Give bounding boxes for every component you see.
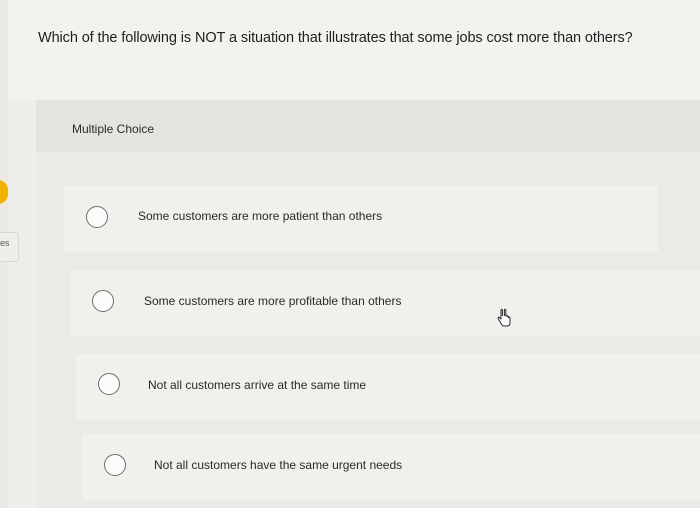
radio-button-1[interactable] xyxy=(86,206,108,228)
option-3[interactable]: Not all customers arrive at the same tim… xyxy=(76,354,700,420)
option-2[interactable]: Some customers are more profitable than … xyxy=(70,270,700,336)
hand-pointer-icon xyxy=(497,308,511,327)
radio-button-2[interactable] xyxy=(92,290,114,312)
answer-type-header: Multiple Choice xyxy=(36,100,700,152)
radio-button-4[interactable] xyxy=(104,454,126,476)
question-card: Which of the following is NOT a situatio… xyxy=(8,0,700,100)
option-1[interactable]: Some customers are more patient than oth… xyxy=(64,186,658,252)
radio-button-3[interactable] xyxy=(98,373,120,395)
option-label-2: Some customers are more profitable than … xyxy=(144,294,402,308)
answer-type-label: Multiple Choice xyxy=(72,122,155,136)
option-4[interactable]: Not all customers have the same urgent n… xyxy=(82,434,700,500)
option-label-3: Not all customers arrive at the same tim… xyxy=(148,378,367,392)
option-label-4: Not all customers have the same urgent n… xyxy=(154,458,403,472)
option-label-1: Some customers are more patient than oth… xyxy=(138,209,383,223)
side-tab-label: es xyxy=(0,238,10,248)
question-prompt: Which of the following is NOT a situatio… xyxy=(38,30,633,46)
